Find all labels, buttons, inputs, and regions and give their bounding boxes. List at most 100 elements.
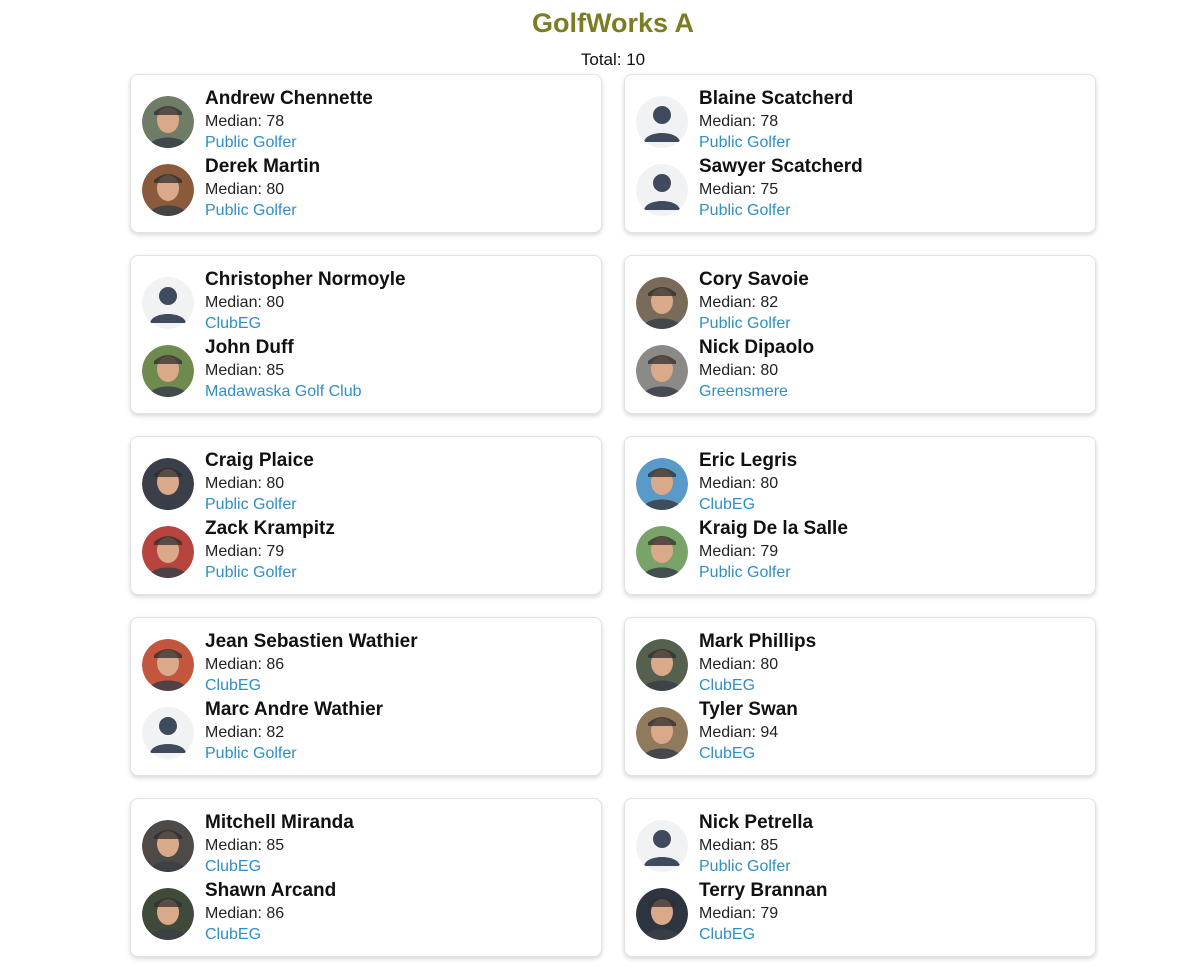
player-median: Median: 80 [205,181,285,198]
player-row: Blaine Scatcherd Median: 78 Public Golfer [636,87,1085,155]
team-card: Eric Legris Median: 80 ClubEG Kraig De la S… [624,436,1096,595]
total-count: Total: 10 [580,50,646,69]
player-club-link[interactable]: Public Golfer [205,200,320,221]
player-median: Median: 86 [205,656,285,673]
player-club-link[interactable]: Public Golfer [205,132,373,153]
player-club-link[interactable]: Greensmere [699,381,814,402]
team-card: Christopher Normoyle Median: 80 ClubEG John… [130,255,602,414]
player-avatar-photo [636,707,688,759]
player-median: Median: 79 [699,543,779,560]
player-club-link[interactable]: ClubEG [699,743,798,764]
player-club-link[interactable]: Public Golfer [699,562,848,583]
player-club-link[interactable]: ClubEG [699,924,827,945]
player-info: Cory Savoie Median: 82 Public Golfer [699,268,809,334]
player-name: Marc Andre Wathier [205,699,384,720]
player-median: Median: 78 [699,113,779,130]
player-row: Derek Martin Median: 80 Public Golfer [142,155,591,223]
player-name: Terry Brannan [699,880,828,901]
player-info: Jean Sebastien Wathier Median: 86 ClubEG [205,630,418,696]
player-info: Nick Petrella Median: 85 Public Golfer [699,811,813,877]
player-median: Median: 85 [205,837,285,854]
default-user-icon [636,96,688,148]
player-name: Derek Martin [205,156,321,177]
player-name: Nick Petrella [699,812,814,833]
player-club-link[interactable]: ClubEG [205,924,336,945]
player-club-link[interactable]: ClubEG [205,313,406,334]
player-club-link[interactable]: ClubEG [205,675,418,696]
player-club-link[interactable]: Public Golfer [205,743,383,764]
player-club-link[interactable]: Public Golfer [699,856,813,877]
player-club-link[interactable]: Public Golfer [699,313,809,334]
player-club-link[interactable]: ClubEG [205,856,354,877]
player-club-link[interactable]: Public Golfer [699,132,853,153]
player-row: Nick Petrella Median: 85 Public Golfer [636,811,1085,879]
player-row: Shawn Arcand Median: 86 ClubEG [142,879,591,947]
default-user-icon [142,707,194,759]
player-info: Shawn Arcand Median: 86 ClubEG [205,879,336,945]
team-card: Mitchell Miranda Median: 85 ClubEG Shawn Ar… [130,798,602,957]
team-card: Blaine Scatcherd Median: 78 Public Golfer S… [624,74,1096,233]
player-row: Mitchell Miranda Median: 85 ClubEG [142,811,591,879]
player-club-link[interactable]: Public Golfer [205,562,335,583]
player-name: Christopher Normoyle [205,269,406,290]
player-name: Craig Plaice [205,450,314,471]
player-row: Andrew Chennette Median: 78 Public Golfer [142,87,591,155]
default-user-icon [636,164,688,216]
player-club-link[interactable]: Public Golfer [699,200,863,221]
player-info: Derek Martin Median: 80 Public Golfer [205,155,320,221]
player-name: Blaine Scatcherd [699,88,854,109]
player-row: Eric Legris Median: 80 ClubEG [636,449,1085,517]
player-name: John Duff [205,337,294,358]
player-row: Jean Sebastien Wathier Median: 86 ClubEG [142,630,591,698]
player-info: Blaine Scatcherd Median: 78 Public Golfer [699,87,853,153]
player-median: Median: 82 [205,724,285,741]
player-name: Cory Savoie [699,269,809,290]
player-info: John Duff Median: 85 Madawaska Golf Club [205,336,362,402]
player-avatar-photo [142,820,194,872]
player-median: Median: 80 [205,294,285,311]
page: GolfWorks A Total: 10 Andrew Chennette Me… [0,0,1200,974]
player-info: Sawyer Scatcherd Median: 75 Public Golfer [699,155,863,221]
player-name: Andrew Chennette [205,88,373,109]
player-avatar-photo [142,458,194,510]
player-median: Median: 86 [205,905,285,922]
team-card: Andrew Chennette Median: 78 Public Golfer D… [130,74,602,233]
player-name: Mitchell Miranda [205,812,354,833]
player-row: Mark Phillips Median: 80 ClubEG [636,630,1085,698]
player-info: Nick Dipaolo Median: 80 Greensmere [699,336,814,402]
player-club-link[interactable]: Public Golfer [205,494,314,515]
player-info: Mitchell Miranda Median: 85 ClubEG [205,811,354,877]
player-info: Andrew Chennette Median: 78 Public Golfer [205,87,373,153]
player-name: Kraig De la Salle [699,518,848,539]
player-avatar-photo [636,526,688,578]
player-median: Median: 94 [699,724,779,741]
player-avatar-photo [142,639,194,691]
player-info: Kraig De la Salle Median: 79 Public Golfer [699,517,848,583]
player-avatar-photo [636,345,688,397]
player-row: Kraig De la Salle Median: 79 Public Golfer [636,517,1085,585]
player-median: Median: 82 [699,294,779,311]
default-user-icon [142,277,194,329]
player-club-link[interactable]: ClubEG [699,675,816,696]
player-avatar-photo [142,164,194,216]
player-info: Terry Brannan Median: 79 ClubEG [699,879,827,945]
player-club-link[interactable]: Madawaska Golf Club [205,381,362,402]
player-row: Marc Andre Wathier Median: 82 Public Golfe… [142,698,591,766]
default-user-icon [636,820,688,872]
player-info: Eric Legris Median: 80 ClubEG [699,449,797,515]
player-row: Terry Brannan Median: 79 ClubEG [636,879,1085,947]
team-grid: Andrew Chennette Median: 78 Public Golfer D… [130,74,1096,957]
player-info: Mark Phillips Median: 80 ClubEG [699,630,816,696]
player-median: Median: 75 [699,181,779,198]
player-median: Median: 78 [205,113,285,130]
player-median: Median: 80 [205,475,285,492]
player-median: Median: 80 [699,475,779,492]
player-name: Shawn Arcand [205,880,337,901]
team-card: Cory Savoie Median: 82 Public Golfer Nick D… [624,255,1096,414]
player-info: Marc Andre Wathier Median: 82 Public Golfe… [205,698,383,764]
player-median: Median: 85 [699,837,779,854]
player-club-link[interactable]: ClubEG [699,494,797,515]
player-name: Sawyer Scatcherd [699,156,863,177]
player-row: Tyler Swan Median: 94 ClubEG [636,698,1085,766]
team-card: Jean Sebastien Wathier Median: 86 ClubEG Ma… [130,617,602,776]
